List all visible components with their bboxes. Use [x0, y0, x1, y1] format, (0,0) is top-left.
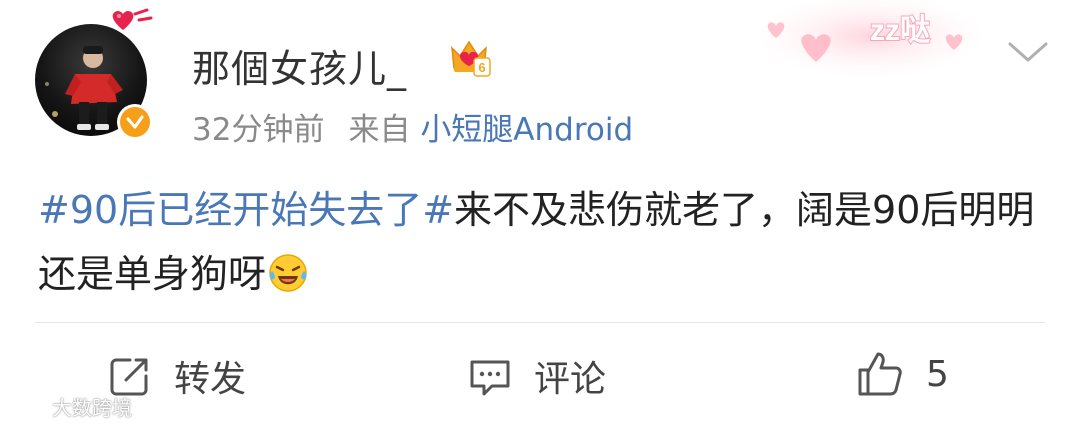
divider [35, 322, 1045, 323]
verified-check-icon [120, 107, 150, 137]
watermark-text: 大数跨境 [52, 396, 132, 420]
repost-label: 转发 [174, 359, 247, 400]
author-name[interactable]: 那個女孩儿_ [192, 38, 407, 93]
heart-pendant-icon [109, 8, 157, 46]
post-body: #90后已经开始失去了#来不及悲伤就老了，阔是90后明明还是单身狗呀 [38, 178, 1038, 312]
topic-hashtag-link[interactable]: #90后已经开始失去了# [38, 188, 454, 232]
post-time: 32分钟前 [192, 112, 325, 148]
vip-crown-icon[interactable]: 6 [446, 36, 492, 82]
post-source[interactable]: 小短腿Android [420, 112, 633, 148]
vip-level: 6 [478, 60, 485, 75]
post-meta: 32分钟前 来自 小短腿Android [192, 104, 633, 149]
card-decoration-sticker: zz哒 [750, 0, 990, 84]
weibo-post-card: 那個女孩儿_ 6 32分钟前 来自 小短腿Android zz哒 #90后已经开… [0, 0, 1080, 429]
comment-button[interactable]: 评论 [468, 350, 606, 402]
laughing-tears-emoji-icon [268, 248, 308, 312]
from-label: 来自 [348, 112, 411, 148]
comment-icon [468, 354, 512, 398]
watermark: 大数跨境 [8, 392, 132, 421]
like-button[interactable]: 5 [856, 350, 949, 398]
thumbs-up-icon [856, 350, 904, 398]
watermark-logo-icon [8, 397, 48, 416]
like-count: 5 [926, 353, 949, 395]
chevron-down-icon[interactable] [1006, 40, 1050, 70]
comment-label: 评论 [534, 359, 607, 400]
verified-badge [117, 104, 153, 140]
author-avatar-container[interactable] [35, 8, 153, 142]
sticker-text: zz哒 [870, 14, 930, 47]
